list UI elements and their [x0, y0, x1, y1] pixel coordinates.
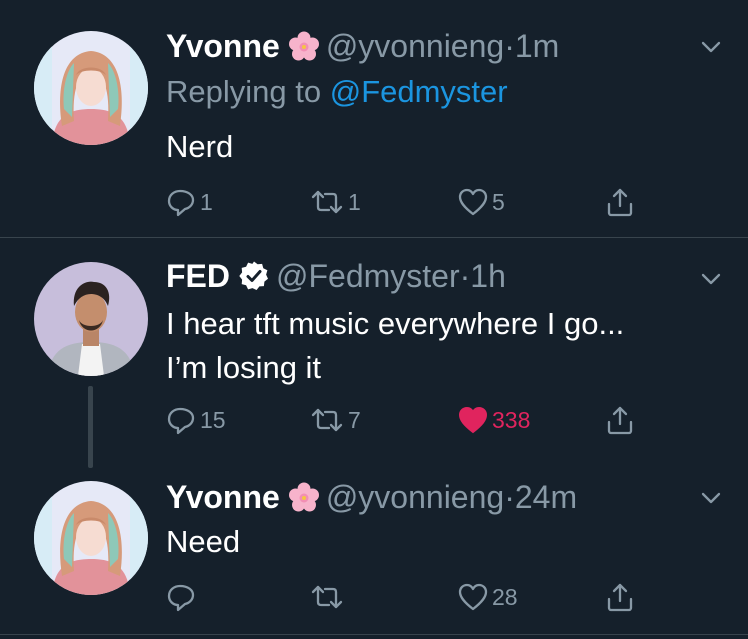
share-icon	[607, 583, 633, 612]
cherry-blossom-emoji	[288, 31, 319, 61]
cherry-blossom-emoji	[288, 482, 319, 512]
timestamp[interactable]: 1h	[470, 258, 506, 294]
display-name[interactable]: FED	[166, 258, 230, 294]
tweet-text-line: I’m losing it	[166, 350, 322, 385]
separator: ·	[504, 28, 515, 64]
avatar[interactable]	[34, 481, 148, 595]
retweet-count: 1	[348, 188, 361, 215]
divider	[0, 634, 748, 635]
display-name[interactable]: Yvonne	[166, 28, 280, 64]
like-button[interactable]: 338	[458, 400, 530, 440]
avatar[interactable]	[34, 31, 148, 145]
handle[interactable]: @yvonnieng	[326, 28, 504, 64]
reply-button[interactable]: 15	[166, 400, 226, 440]
timestamp[interactable]: 24m	[515, 479, 577, 515]
like-count: 28	[492, 583, 518, 610]
share-icon	[607, 188, 633, 217]
chevron-down-icon[interactable]	[700, 38, 722, 56]
tweet-actions: 1 1 5	[166, 182, 656, 222]
like-count: 338	[492, 406, 531, 433]
tweet-actions: 15 7 338	[166, 400, 656, 440]
tweet-actions: 28	[166, 577, 656, 617]
reply-icon	[167, 407, 195, 435]
like-icon	[458, 583, 488, 611]
tweet-1[interactable]: Yvonne @yvonnieng·1m Replying to @Fedmyst…	[0, 0, 748, 237]
retweet-count: 7	[348, 406, 361, 433]
reply-button[interactable]: 1	[166, 182, 213, 222]
like-button[interactable]: 28	[458, 577, 518, 617]
share-button[interactable]	[605, 182, 635, 222]
replying-to: Replying to @Fedmyster	[166, 72, 508, 112]
reply-count: 1	[200, 188, 213, 215]
thread-line	[88, 386, 93, 468]
tweet-3[interactable]: Yvonne @yvonnieng·24m Need 28	[0, 467, 748, 639]
avatar[interactable]	[34, 262, 148, 376]
tweet-text-line: I hear tft music everywhere I go...	[166, 306, 625, 341]
like-icon	[458, 188, 488, 216]
tweet-text-line: Need	[166, 524, 241, 559]
separator: ·	[504, 479, 515, 515]
tweet-header: FED @Fedmyster·1h	[166, 256, 506, 296]
tweet-text: I hear tft music everywhere I go... I’m …	[166, 302, 624, 390]
handle[interactable]: @yvonnieng	[326, 479, 504, 515]
share-icon	[607, 406, 633, 435]
reply-icon	[167, 189, 195, 217]
reply-icon	[167, 584, 195, 612]
verified-badge-icon	[238, 260, 270, 292]
like-button[interactable]: 5	[458, 182, 505, 222]
replying-prefix: Replying to	[166, 74, 322, 109]
retweet-button[interactable]: 7	[310, 400, 361, 440]
tweet-text: Need	[166, 520, 240, 564]
retweet-icon	[311, 585, 343, 609]
retweet-button[interactable]	[310, 577, 348, 617]
retweet-icon	[311, 190, 343, 214]
display-name[interactable]: Yvonne	[166, 479, 280, 515]
retweet-icon	[311, 408, 343, 432]
like-icon-filled	[459, 407, 487, 433]
tweet-header: Yvonne @yvonnieng·24m	[166, 477, 577, 517]
like-count: 5	[492, 188, 505, 215]
tweet-text-line: Nerd	[166, 129, 234, 164]
share-button[interactable]	[605, 400, 635, 440]
chevron-down-icon[interactable]	[700, 489, 722, 507]
separator: ·	[459, 258, 471, 294]
replying-mention[interactable]: @Fedmyster	[330, 74, 508, 109]
retweet-button[interactable]: 1	[310, 182, 361, 222]
timestamp[interactable]: 1m	[515, 28, 559, 64]
reply-count: 15	[200, 406, 226, 433]
tweet-2[interactable]: FED @Fedmyster·1h I hear tft music everyw…	[0, 238, 748, 468]
tweet-header: Yvonne @yvonnieng·1m	[166, 26, 559, 66]
share-button[interactable]	[605, 577, 635, 617]
reply-button[interactable]	[166, 577, 200, 617]
chevron-down-icon[interactable]	[700, 270, 722, 288]
tweet-text: Nerd	[166, 125, 233, 169]
handle[interactable]: @Fedmyster	[276, 258, 460, 294]
